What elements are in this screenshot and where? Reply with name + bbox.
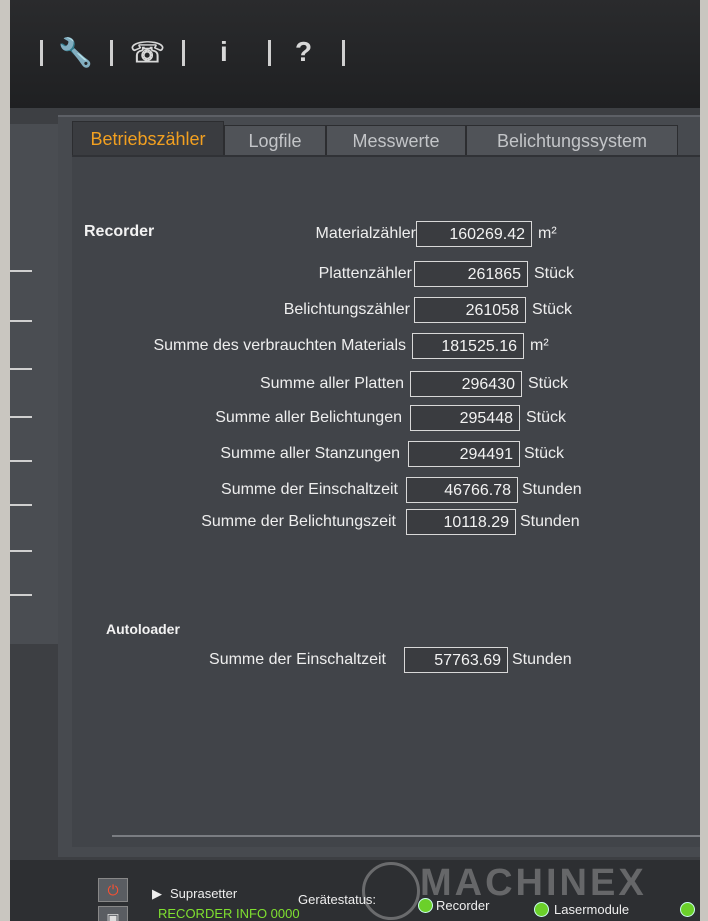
satellite-icon[interactable]: ☏ [130,36,165,69]
left-panel-divider [10,416,32,418]
row-unit: Stück [526,409,567,426]
content-divider [112,835,700,837]
left-panel-divider [10,368,32,370]
toolbar-separator [182,40,185,66]
row-label: Summe aller Platten [259,375,404,392]
row-value: 261058 [414,297,526,323]
row-unit: Stunden [520,513,580,530]
row-value: 57763.69 [404,647,508,673]
device-icon[interactable]: ▣ [98,906,128,921]
info-icon[interactable]: i [220,36,228,68]
row-value: 181525.16 [412,333,524,359]
left-panel-divider [10,460,32,462]
row-label: Summe aller Belichtungen [215,409,402,426]
row-label: Plattenzähler [318,265,412,282]
row-unit: m² [530,337,549,354]
toolbar-separator [268,40,271,66]
watermark-logo-icon [362,862,420,920]
flag-icon: ▶ [152,886,162,901]
tab-messwerte[interactable]: Messwerte [326,125,466,156]
row-unit: Stück [528,375,569,392]
row-label: Belichtungszähler [283,301,410,318]
row-unit: Stunden [522,481,582,498]
row-unit: Stück [534,265,575,282]
row-unit: m² [538,225,557,242]
row-label: Materialzähler [315,225,416,242]
left-panel-divider [10,320,32,322]
row-label: Summe der Einschaltzeit [209,651,386,668]
watermark-text: MACHINEX [420,862,647,904]
wrench-icon[interactable]: 🔧 [58,36,93,69]
row-value: 294491 [408,441,520,467]
row-unit: Stück [532,301,573,318]
main-panel: Betriebszähler Logfile Messwerte Belicht… [58,115,700,857]
row-label: Summe der Belichtungszeit [201,513,396,530]
row-value: 295448 [410,405,520,431]
left-panel [10,124,62,644]
toolbar-separator [342,40,345,66]
row-value: 46766.78 [406,477,518,503]
row-value: 160269.42 [416,221,532,247]
row-value: 10118.29 [406,509,516,535]
status-led [680,902,695,917]
autoloader-section-title: Autoloader [106,621,180,637]
help-icon[interactable]: ? [295,36,312,68]
toolbar-separator [40,40,43,66]
recorder-section-title: Recorder [84,223,155,240]
suprasetter-label: Suprasetter [170,886,238,901]
left-panel-divider [10,504,32,506]
left-panel-divider [10,270,32,272]
tab-logfile[interactable]: Logfile [224,125,326,156]
row-value: 296430 [410,371,522,397]
top-toolbar: 🔧 ☏ i ? [10,0,700,108]
row-unit: Stück [524,445,565,462]
screen: 🔧 ☏ i ? Betriebszähler Logfile Messwerte… [10,0,700,921]
toolbar-separator [110,40,113,66]
tab-betriebszaehler[interactable]: Betriebszähler [72,121,224,156]
left-panel-divider [10,594,32,596]
left-panel-divider [10,550,32,552]
row-label: Summe des verbrauchten Materials [153,337,406,354]
info-line: RECORDER INFO 0000 [158,906,300,921]
counter-content: Recorder Materialzähler 160269.42 m² Pla… [72,155,700,847]
row-value: 261865 [414,261,528,287]
row-unit: Stunden [512,651,572,668]
row-label: Summe aller Stanzungen [220,445,400,462]
tab-belichtungssystem[interactable]: Belichtungssystem [466,125,678,156]
alarm-icon[interactable]: ⏻ [98,878,128,902]
row-label: Summe der Einschaltzeit [221,481,398,498]
